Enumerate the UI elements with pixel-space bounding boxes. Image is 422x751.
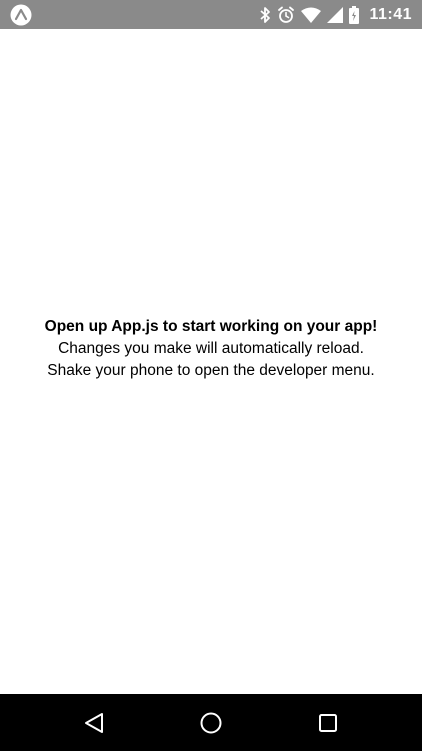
back-icon [85,713,103,733]
welcome-message: Open up App.js to start working on your … [0,316,422,382]
signal-icon [327,6,344,23]
recents-icon [319,714,337,732]
battery-icon [349,5,360,24]
recents-button[interactable] [313,708,343,738]
bluetooth-icon [259,6,271,24]
message-line-1: Open up App.js to start working on your … [44,318,378,335]
status-clock: 11:41 [369,5,412,23]
home-icon [200,712,222,734]
message-line-2: Changes you make will automatically relo… [58,340,364,357]
status-bar: 11:41 [0,0,422,29]
status-icons: 11:41 [259,0,412,29]
expo-logo-icon [10,4,32,26]
home-button[interactable] [196,708,226,738]
back-button[interactable] [79,708,109,738]
navigation-bar [0,694,422,751]
message-line-3: Shake your phone to open the developer m… [47,362,375,379]
app-content: Open up App.js to start working on your … [0,29,422,694]
wifi-icon [301,7,322,23]
alarm-icon [277,6,295,24]
